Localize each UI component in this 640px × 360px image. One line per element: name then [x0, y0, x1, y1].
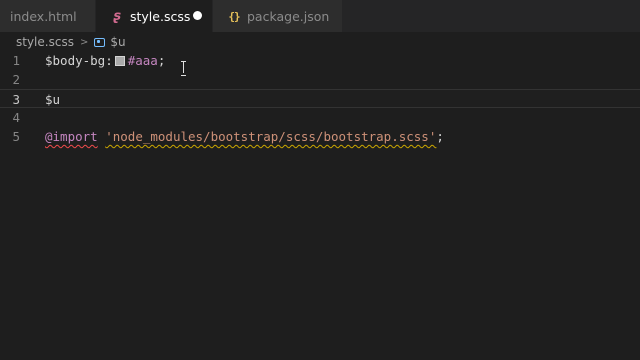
code-line[interactable]: 4: [0, 108, 640, 127]
unsaved-dot-icon[interactable]: [193, 11, 202, 20]
tab-label: index.html: [10, 8, 77, 24]
variable-symbol-icon: [94, 37, 106, 47]
variable-declaration: $body-bg:: [45, 53, 113, 68]
breadcrumb: style.scss > $u: [0, 32, 640, 52]
line-number: 3: [12, 92, 20, 107]
tab-package-json[interactable]: {} package.json: [213, 0, 343, 32]
line-number: 4: [12, 110, 20, 125]
line-number: 2: [12, 72, 20, 87]
code-line[interactable]: 5 @import 'node_modules/bootstrap/scss/b…: [0, 127, 640, 146]
color-value: #aaa: [127, 53, 158, 68]
tab-index-html[interactable]: index.html: [0, 0, 96, 32]
sass-file-icon: ʂ: [113, 8, 121, 24]
import-path-string: 'node_modules/bootstrap/scss/bootstrap.s…: [105, 129, 437, 144]
json-file-icon: {}: [228, 9, 240, 23]
tab-label: style.scss: [130, 8, 191, 24]
line-content[interactable]: @import 'node_modules/bootstrap/scss/boo…: [45, 127, 444, 146]
semicolon: ;: [436, 129, 444, 144]
tab-label: package.json: [247, 8, 330, 24]
color-swatch-icon[interactable]: [114, 56, 125, 66]
breadcrumb-file[interactable]: style.scss: [16, 35, 74, 49]
line-content[interactable]: $u: [45, 90, 60, 109]
code-line[interactable]: 2: [0, 70, 640, 89]
text-cursor-icon: [180, 61, 187, 76]
line-number: 5: [12, 129, 20, 144]
tab-style-scss[interactable]: ʂ style.scss: [96, 0, 213, 32]
tab-bar-empty-area: [343, 0, 640, 32]
breadcrumb-separator: >: [79, 36, 89, 48]
semicolon: ;: [157, 53, 166, 68]
code-line-current[interactable]: 3 $u: [0, 89, 640, 108]
code-editor[interactable]: 1 $body-bg: #aaa; 2 3 $u 4 5 @import 'nod…: [0, 51, 640, 360]
import-keyword: @import: [45, 129, 98, 144]
line-number: 1: [12, 53, 20, 68]
tab-bar: index.html ʂ style.scss {} package.json: [0, 0, 640, 32]
breadcrumb-symbol[interactable]: $u: [110, 35, 125, 49]
line-content[interactable]: $body-bg: #aaa;: [45, 51, 165, 70]
code-line[interactable]: 1 $body-bg: #aaa;: [0, 51, 640, 70]
